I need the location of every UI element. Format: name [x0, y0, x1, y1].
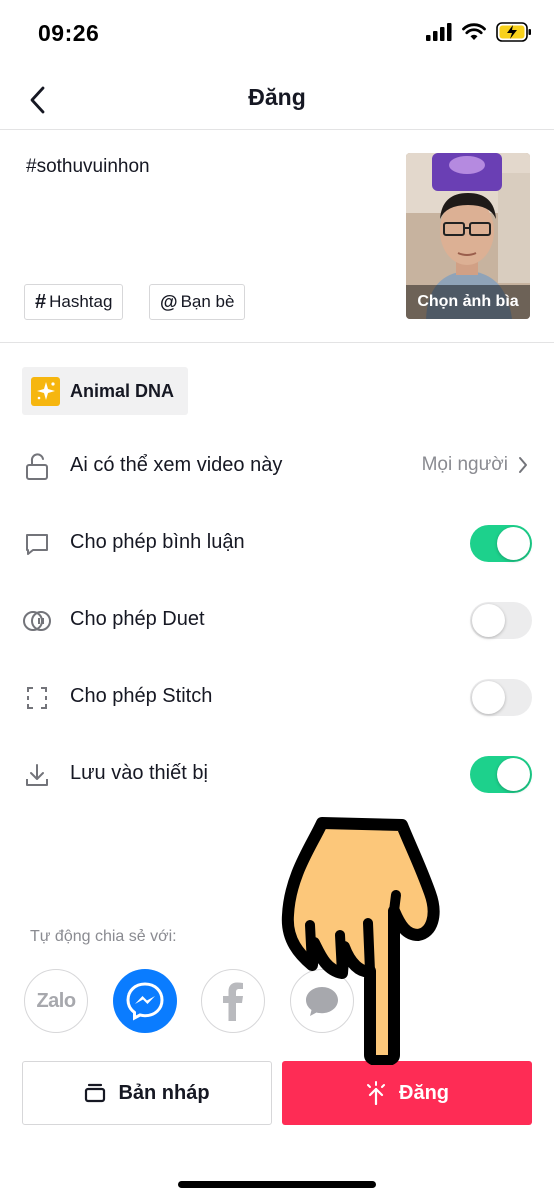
- stitch-icon: [22, 683, 52, 713]
- zalo-icon: Zalo: [36, 989, 76, 1012]
- comment-icon: [22, 529, 52, 559]
- toggle-knob: [497, 758, 530, 791]
- facebook-icon: [223, 982, 243, 1021]
- duet-icon: [22, 606, 52, 636]
- draft-label: Bản nháp: [118, 1081, 210, 1104]
- privacy-row[interactable]: Ai có thể xem video này Mọi người: [0, 437, 554, 497]
- home-indicator: [178, 1181, 376, 1188]
- lock-icon: [22, 452, 52, 482]
- wifi-icon: [462, 23, 486, 40]
- sparkle-icon: [31, 376, 60, 406]
- share-messenger-button[interactable]: [113, 969, 177, 1033]
- hashtag-chip[interactable]: # Hashtag: [24, 284, 124, 320]
- duet-label: Cho phép Duet: [70, 608, 205, 630]
- effect-label: Animal DNA: [70, 380, 175, 401]
- page-title: Đăng: [248, 84, 306, 110]
- messenger-icon: [126, 982, 164, 1021]
- signal-icon: [426, 23, 452, 41]
- battery-charging-icon: [496, 22, 531, 42]
- comments-label: Cho phép bình luận: [70, 531, 245, 553]
- share-facebook-button[interactable]: [201, 969, 265, 1033]
- post-label: Đăng: [399, 1081, 449, 1104]
- post-button[interactable]: Đăng: [282, 1061, 532, 1125]
- status-bar: 09:26: [0, 0, 554, 70]
- toggle-knob: [497, 527, 530, 560]
- cover-thumbnail[interactable]: Chọn ảnh bìa: [406, 153, 530, 319]
- comments-row: Cho phép bình luận: [0, 514, 554, 574]
- hashtag-chip-label: Hashtag: [49, 292, 113, 311]
- effect-tag[interactable]: Animal DNA: [22, 367, 189, 415]
- status-time: 09:26: [38, 20, 100, 46]
- draft-icon: [85, 1083, 106, 1103]
- save-toggle[interactable]: [470, 756, 532, 793]
- mention-chip[interactable]: @ Bạn bè: [149, 284, 246, 320]
- privacy-label: Ai có thể xem video này: [70, 454, 283, 476]
- caption-input[interactable]: #sothuvuinhon: [26, 156, 150, 178]
- duet-toggle[interactable]: [470, 602, 532, 639]
- hash-icon: #: [35, 290, 47, 313]
- download-icon: [22, 760, 52, 790]
- toggle-knob: [472, 604, 505, 637]
- stitch-toggle[interactable]: [470, 679, 532, 716]
- duet-row: Cho phép Duet: [0, 591, 554, 651]
- toggle-knob: [472, 681, 505, 714]
- pointing-hand-icon: [281, 817, 440, 1065]
- status-icons: [426, 22, 532, 42]
- save-label: Lưu vào thiết bị: [70, 762, 208, 784]
- nav-bar: Đăng: [0, 70, 554, 130]
- mention-chip-label: Bạn bè: [180, 292, 235, 311]
- share-zalo-button[interactable]: Zalo: [24, 969, 88, 1033]
- save-row: Lưu vào thiết bị: [0, 745, 554, 805]
- at-icon: @: [160, 291, 178, 312]
- comments-toggle[interactable]: [470, 525, 532, 562]
- share-label: Tự động chia sẻ với:: [30, 928, 177, 945]
- save-draft-button[interactable]: Bản nháp: [22, 1061, 272, 1125]
- post-sparkle-icon: [367, 1081, 385, 1105]
- section-divider: [0, 342, 554, 343]
- privacy-value[interactable]: Mọi người: [422, 454, 528, 476]
- chevron-right-icon: [519, 457, 527, 473]
- stitch-row: Cho phép Stitch: [0, 668, 554, 728]
- privacy-value-text: Mọi người: [421, 454, 508, 475]
- stitch-label: Cho phép Stitch: [70, 685, 213, 707]
- cover-label: Chọn ảnh bìa: [406, 285, 530, 319]
